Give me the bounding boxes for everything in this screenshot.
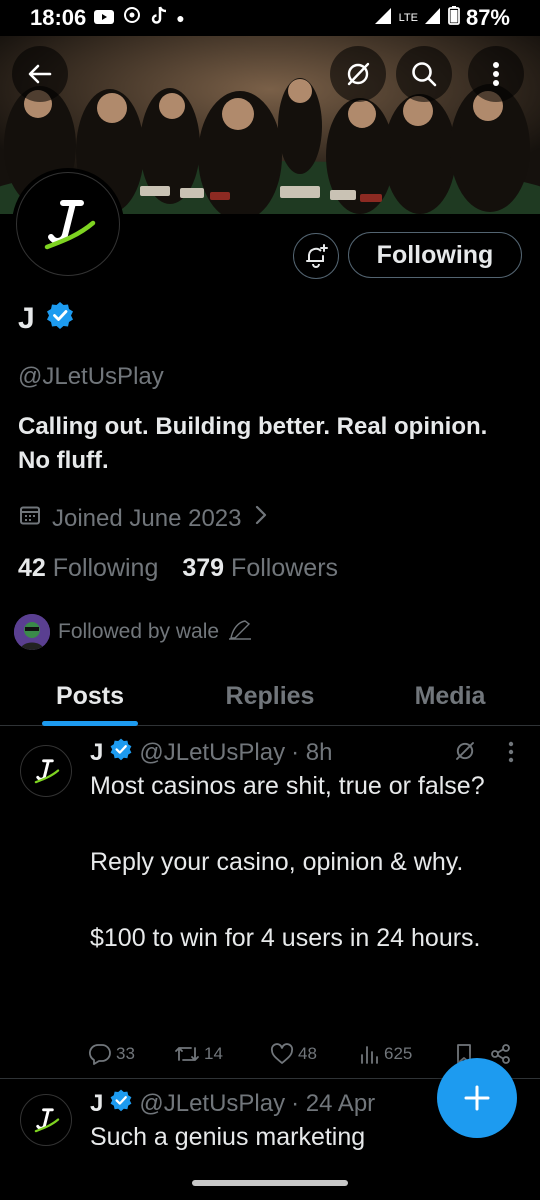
grok-icon xyxy=(347,62,370,86)
following-button[interactable]: Following xyxy=(348,232,522,278)
tab-media[interactable]: Media xyxy=(360,668,540,725)
tweet-text: Most casinos are shit, true or false? Re… xyxy=(90,772,485,952)
views-button[interactable]: 625 xyxy=(358,1043,454,1065)
like-count: 48 xyxy=(298,1044,317,1063)
tweet[interactable]: J @JLetUsPlay · 8h Most casinos are shit… xyxy=(0,727,540,1079)
arrow-left-icon xyxy=(28,64,52,84)
app-notification-icon xyxy=(122,5,142,31)
tab-replies[interactable]: Replies xyxy=(180,668,360,725)
tweet-handle[interactable]: @JLetUsPlay xyxy=(139,739,285,767)
back-button[interactable] xyxy=(12,46,68,102)
status-bar: 18:06 ● LTE 87% xyxy=(0,0,540,36)
more-vertical-icon xyxy=(493,62,499,86)
dot-icon: ● xyxy=(176,10,185,26)
followed-by-row[interactable]: Followed by wale xyxy=(14,614,253,650)
follow-counts: 42 Following 379 Followers xyxy=(18,554,338,583)
tweet-time: · 24 Apr xyxy=(291,1089,376,1117)
verified-badge-icon xyxy=(109,737,133,768)
repost-button[interactable]: 14 xyxy=(174,1043,270,1065)
repost-count: 14 xyxy=(204,1044,223,1063)
home-indicator[interactable] xyxy=(192,1180,348,1186)
tweet-actions: 33 14 48 625 xyxy=(88,1043,520,1065)
profile-name: J xyxy=(18,302,35,335)
j-logo-icon xyxy=(34,759,60,784)
views-icon xyxy=(361,1046,378,1064)
owl-icon xyxy=(227,618,253,646)
battery-icon xyxy=(448,5,460,31)
status-time: 18:06 xyxy=(30,5,87,30)
followers-label: Followers xyxy=(231,554,339,582)
following-label: Following xyxy=(52,554,159,582)
tweet-author-name[interactable]: J xyxy=(90,739,103,767)
joined-date: Joined June 2023 xyxy=(52,504,242,532)
tweet-time: · 8h xyxy=(291,738,333,766)
reply-count: 33 xyxy=(116,1044,135,1063)
signal-icon xyxy=(373,5,393,31)
followers-count-link[interactable]: 379 Followers xyxy=(182,554,338,583)
signal-icon-2 xyxy=(424,5,442,31)
following-count: 42 xyxy=(18,554,46,582)
bell-plus-icon xyxy=(306,244,328,268)
reply-button[interactable]: 33 xyxy=(88,1043,174,1065)
chevron-right-icon xyxy=(252,504,270,533)
grok-icon[interactable] xyxy=(453,739,477,768)
battery-level: 87% xyxy=(465,5,510,30)
tweet-header: J @JLetUsPlay · 24 Apr xyxy=(90,1088,375,1119)
like-button[interactable]: 48 xyxy=(270,1043,358,1065)
profile-name-row: J xyxy=(18,300,75,338)
followed-by-text: Followed by wale xyxy=(58,620,220,643)
j-logo-icon xyxy=(34,1108,60,1133)
tweet-more-icon[interactable] xyxy=(508,741,514,768)
profile-handle: @JLetUsPlay xyxy=(18,363,164,390)
notifications-button[interactable] xyxy=(293,233,339,279)
tweet-author-name[interactable]: J xyxy=(90,1090,103,1118)
profile-tabs: Posts Replies Media xyxy=(0,668,540,726)
tweet-handle[interactable]: @JLetUsPlay xyxy=(139,1090,285,1118)
joined-date-link[interactable]: Joined June 2023 xyxy=(18,503,270,534)
search-icon xyxy=(412,62,437,87)
tweet-avatar[interactable] xyxy=(20,1094,72,1146)
following-count-link[interactable]: 42 Following xyxy=(18,554,158,583)
search-button[interactable] xyxy=(396,46,452,102)
compose-button[interactable] xyxy=(437,1058,517,1138)
j-logo-icon xyxy=(44,200,96,250)
follower-avatar xyxy=(14,614,50,650)
network-type: LTE xyxy=(398,12,418,24)
views-count: 625 xyxy=(384,1044,413,1063)
youtube-icon xyxy=(94,5,115,31)
grok-button[interactable] xyxy=(330,46,386,102)
tweet-header: J @JLetUsPlay · 8h xyxy=(90,737,332,768)
heart-icon xyxy=(270,1043,294,1064)
tiktok-icon xyxy=(150,5,168,31)
verified-badge-icon xyxy=(109,1088,133,1119)
profile-avatar[interactable] xyxy=(12,168,124,280)
more-button[interactable] xyxy=(468,46,524,102)
tab-posts[interactable]: Posts xyxy=(0,668,180,725)
tweet-text: Such a genius marketing xyxy=(90,1123,366,1151)
verified-badge-icon xyxy=(45,300,75,338)
plus-icon xyxy=(464,1085,490,1111)
reply-icon xyxy=(88,1044,111,1065)
repost-icon xyxy=(175,1047,199,1061)
calendar-icon xyxy=(18,503,42,534)
followers-count: 379 xyxy=(182,554,225,582)
profile-bio: Calling out. Building better. Real opini… xyxy=(18,413,488,474)
tweet-avatar[interactable] xyxy=(20,745,72,797)
